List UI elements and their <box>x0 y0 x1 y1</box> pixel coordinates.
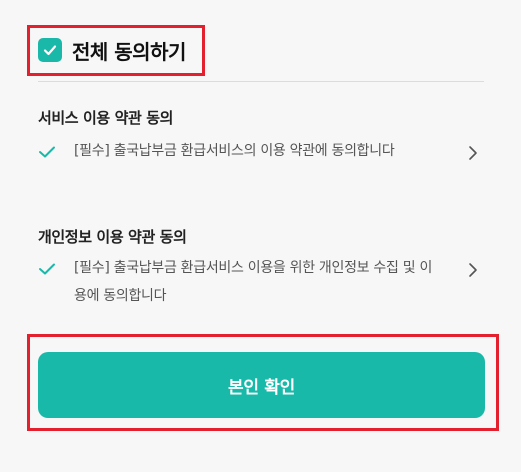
checkbox-checked-icon[interactable] <box>38 38 62 62</box>
section-title-privacy-terms: 개인정보 이용 약관 동의 <box>38 228 187 246</box>
check-icon[interactable] <box>38 142 64 165</box>
term-text-service: [필수] 출국납부금 환급서비스의 이용 약관에 동의합니다 <box>74 143 395 159</box>
identity-confirm-button[interactable]: 본인 확인 <box>38 352 485 418</box>
section-title-service-terms: 서비스 이용 약관 동의 <box>38 109 174 127</box>
chevron-right-icon[interactable] <box>468 145 478 165</box>
all-agree-toggle[interactable]: 전체 동의하기 <box>38 36 186 64</box>
term-row-service[interactable]: [필수] 출국납부금 환급서비스의 이용 약관에 동의합니다 <box>38 142 484 165</box>
divider <box>38 81 484 82</box>
all-agree-label: 전체 동의하기 <box>72 39 186 64</box>
chevron-right-icon[interactable] <box>468 262 478 282</box>
check-icon[interactable] <box>38 259 64 310</box>
term-row-privacy[interactable]: [필수] 출국납부금 환급서비스 이용을 위한 개인정보 수집 및 이용에 동의… <box>38 259 484 310</box>
term-text-privacy: [필수] 출국납부금 환급서비스 이용을 위한 개인정보 수집 및 이용에 동의… <box>74 260 433 304</box>
